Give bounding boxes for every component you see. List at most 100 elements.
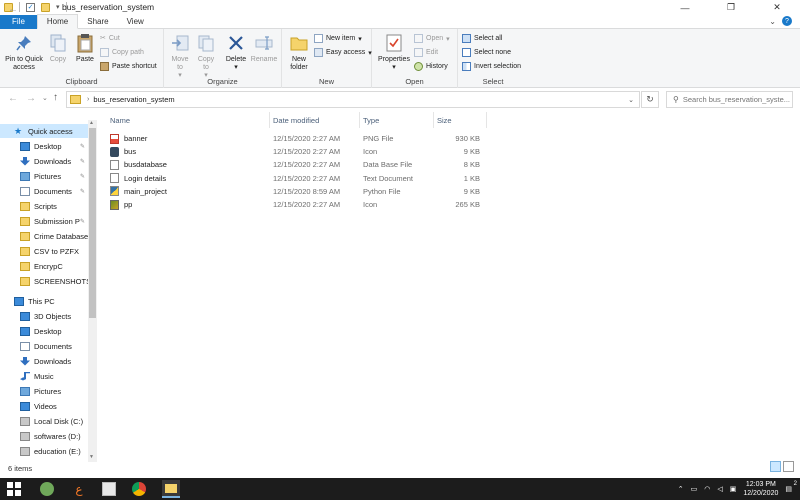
sidebar-item-music[interactable]: Music: [0, 369, 88, 383]
sidebar-item-label: Submission P: [34, 216, 80, 226]
scroll-up-icon[interactable]: ▲: [89, 120, 94, 126]
sidebar-item-csv-to-pzfx[interactable]: CSV to PZFX: [0, 244, 88, 258]
paste-shortcut-button[interactable]: Paste shortcut: [100, 62, 157, 71]
forward-button[interactable]: →: [26, 93, 36, 104]
large-icons-view-icon[interactable]: [783, 461, 794, 472]
sidebar-item-downloads[interactable]: Downloads ✎: [0, 154, 88, 168]
chrome-icon[interactable]: [132, 482, 146, 496]
sidebar-item-3d-objects[interactable]: 3D Objects: [0, 309, 88, 323]
delete-button[interactable]: Delete ▾: [224, 33, 248, 72]
properties-button[interactable]: Properties ▾: [376, 33, 412, 72]
sidebar-item-downloads[interactable]: Downloads: [0, 354, 88, 368]
file-row[interactable]: main_project 12/15/2020 8:59 AM Python Fil…: [107, 185, 487, 198]
column-size[interactable]: Size: [434, 112, 487, 128]
open-button[interactable]: Open ▾: [414, 34, 450, 43]
file-row[interactable]: bus 12/15/2020 2:27 AM Icon 9 KB: [107, 145, 487, 158]
search-input[interactable]: [682, 95, 792, 104]
sidebar-item-documents[interactable]: Documents: [0, 339, 88, 353]
cut-button[interactable]: ✂ Cut: [100, 34, 120, 43]
sidebar-item-scripts[interactable]: Scripts: [0, 199, 88, 213]
tab-file[interactable]: File: [0, 14, 37, 29]
new-folder-button[interactable]: New folder: [286, 33, 312, 72]
sidebar-item-local-disk-c-[interactable]: Local Disk (C:): [0, 414, 88, 428]
sidebar-item-education-e-[interactable]: education (E:): [0, 444, 88, 458]
copy-path-button[interactable]: Copy path: [100, 48, 144, 57]
sidebar-item-this-pc[interactable]: This PC: [0, 294, 88, 308]
tab-share[interactable]: Share: [78, 15, 117, 29]
tab-view[interactable]: View: [118, 15, 153, 29]
sidebar-item-softwares-d-[interactable]: softwares (D:): [0, 429, 88, 443]
edit-button[interactable]: Edit: [414, 48, 438, 57]
tray-chevron-icon[interactable]: ⌃: [678, 485, 684, 493]
sidebar-item-videos[interactable]: Videos: [0, 399, 88, 413]
sidebar-scrollbar-thumb[interactable]: [89, 128, 96, 318]
python-idle-icon[interactable]: [40, 482, 54, 496]
refresh-button[interactable]: ↻: [641, 91, 659, 108]
address-dropdown-icon[interactable]: ⌄: [628, 96, 634, 104]
move-to-button[interactable]: Move to ▾: [168, 33, 192, 80]
new-group: New folder New item ▾ Easy access ▾ New: [282, 29, 372, 88]
back-button[interactable]: ←: [8, 93, 18, 104]
customize-toolbar-icon[interactable]: ▾: [56, 3, 60, 11]
up-arrow-icon[interactable]: ↑: [53, 92, 58, 103]
back-arrow-icon[interactable]: ←: [8, 4, 18, 15]
tab-home[interactable]: Home: [36, 14, 79, 29]
pin-to-quick-access-button[interactable]: Pin to Quick access: [4, 33, 44, 72]
search-box[interactable]: ⚲: [666, 91, 793, 108]
sidebar-item-pictures[interactable]: Pictures: [0, 384, 88, 398]
status-item-count: 6 items: [8, 464, 33, 473]
network-icon[interactable]: ▭: [691, 485, 698, 493]
sidebar-item-desktop[interactable]: Desktop ✎: [0, 139, 88, 153]
sidebar-item-desktop[interactable]: Desktop: [0, 324, 88, 338]
sidebar-item-submission-p[interactable]: Submission P ✎: [0, 214, 88, 228]
breadcrumb-path[interactable]: bus_reservation_system: [93, 95, 174, 104]
copy-to-button[interactable]: Copy to ▾: [194, 33, 218, 80]
breadcrumb-chevron-icon[interactable]: ›: [87, 96, 89, 103]
column-name[interactable]: Name: [107, 112, 270, 128]
file-row[interactable]: Login details 12/15/2020 2:27 AM Text Docu…: [107, 172, 487, 185]
details-view-icon[interactable]: [770, 461, 781, 472]
minimize-button[interactable]: —: [662, 0, 708, 15]
rename-button[interactable]: Rename: [250, 33, 278, 64]
keyboard-icon[interactable]: ▣: [730, 485, 737, 493]
file-row[interactable]: banner 12/15/2020 2:27 AM PNG File 930 KB: [107, 132, 487, 145]
file-explorer-taskbar-button[interactable]: [162, 480, 180, 498]
column-date-modified[interactable]: Date modified: [270, 112, 360, 128]
select-none-button[interactable]: Select none: [462, 48, 511, 57]
close-button[interactable]: ✕: [754, 0, 800, 15]
windows-start-icon[interactable]: [7, 482, 21, 496]
wifi-icon[interactable]: ◠: [704, 485, 710, 493]
sidebar-item-crime-database[interactable]: Crime Database: [0, 229, 88, 243]
select-all-button[interactable]: Select all: [462, 34, 502, 43]
sidebar-item-quick-access[interactable]: ★ Quick access: [0, 124, 88, 138]
ribbon-expand-icon[interactable]: ⌄: [769, 17, 776, 26]
sidebar-item-pictures[interactable]: Pictures ✎: [0, 169, 88, 183]
invert-selection-button[interactable]: Invert selection: [462, 62, 521, 71]
jupyter-icon[interactable]: ع: [72, 482, 86, 496]
notepad-icon[interactable]: [102, 482, 116, 496]
maximize-button[interactable]: ❐: [708, 0, 754, 15]
window-title: bus_reservation_system: [62, 2, 155, 12]
refresh-icon: ↻: [646, 94, 654, 104]
scroll-down-icon[interactable]: ▼: [89, 454, 94, 460]
easy-access-button[interactable]: Easy access ▾: [314, 48, 372, 57]
sidebar-item-documents[interactable]: Documents ✎: [0, 184, 88, 198]
paste-button[interactable]: Paste: [72, 33, 98, 64]
address-bar[interactable]: › bus_reservation_system ⌄: [66, 91, 640, 108]
file-row[interactable]: busdatabase 12/15/2020 2:27 AM Data Base F…: [107, 158, 487, 171]
volume-icon[interactable]: ◁: [717, 485, 722, 493]
new-folder-icon[interactable]: [41, 2, 50, 12]
properties-check-icon[interactable]: ✓: [26, 2, 35, 12]
help-icon[interactable]: ?: [782, 16, 792, 26]
recent-locations-icon[interactable]: ⌄: [42, 94, 48, 102]
new-item-button[interactable]: New item ▾: [314, 34, 362, 43]
sidebar-item-screenshots[interactable]: SCREENSHOTS: [0, 274, 88, 288]
history-button[interactable]: History: [414, 62, 448, 71]
clock[interactable]: 12:03 PM 12/20/2020: [743, 480, 778, 498]
notification-center-icon[interactable]: ▤ 2: [785, 481, 797, 493]
sidebar-item-encrypc[interactable]: EncrypC: [0, 259, 88, 273]
file-row[interactable]: pp 12/15/2020 2:27 AM Icon 265 KB: [107, 198, 487, 211]
column-type[interactable]: Type: [360, 112, 434, 128]
file-type: Icon: [363, 200, 378, 209]
copy-button[interactable]: Copy: [46, 33, 70, 64]
